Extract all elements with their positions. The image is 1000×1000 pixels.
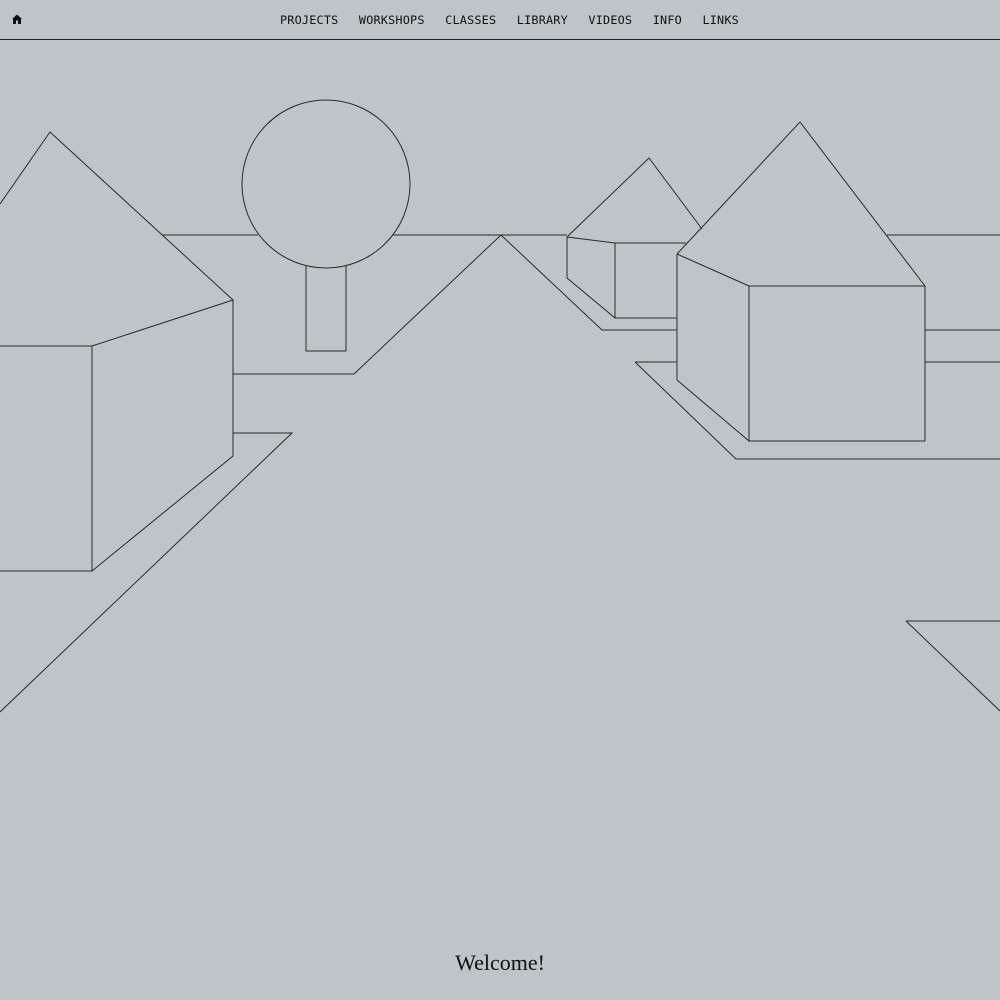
road-right-diagonal — [905, 620, 1000, 712]
nav-item-workshops[interactable]: WORKSHOPS — [359, 13, 425, 27]
tree-trunk — [305, 266, 347, 352]
right-house-roof — [676, 121, 926, 287]
small-house-eave — [566, 236, 686, 244]
nav-item-library[interactable]: LIBRARY — [517, 13, 568, 27]
nav-item-projects[interactable]: PROJECTS — [280, 13, 338, 27]
nav-item-links[interactable]: LINKS — [702, 13, 739, 27]
small-house-roof — [566, 157, 703, 238]
road-left-edge — [0, 432, 294, 713]
nav-item-info[interactable]: INFO — [653, 13, 682, 27]
welcome-heading: Welcome! — [455, 950, 545, 975]
road-upper-left-plot — [233, 234, 677, 375]
small-house-walls — [566, 237, 677, 319]
home-icon[interactable] — [11, 13, 23, 25]
nav-item-classes[interactable]: CLASSES — [445, 13, 496, 27]
top-nav-bar: PROJECTS WORKSHOPS CLASSES LIBRARY VIDEO… — [0, 0, 1000, 40]
tree-crown — [241, 99, 411, 269]
left-house-front-wall — [0, 346, 93, 572]
nav-item-videos[interactable]: VIDEOS — [588, 13, 632, 27]
right-house-plot-base — [634, 361, 1000, 460]
main-nav: PROJECTS WORKSHOPS CLASSES LIBRARY VIDEO… — [280, 0, 759, 40]
village-illustration — [0, 99, 1000, 713]
left-house-roof — [0, 131, 234, 347]
left-house-side-wall — [91, 300, 234, 572]
right-house-front-wall — [748, 285, 926, 442]
